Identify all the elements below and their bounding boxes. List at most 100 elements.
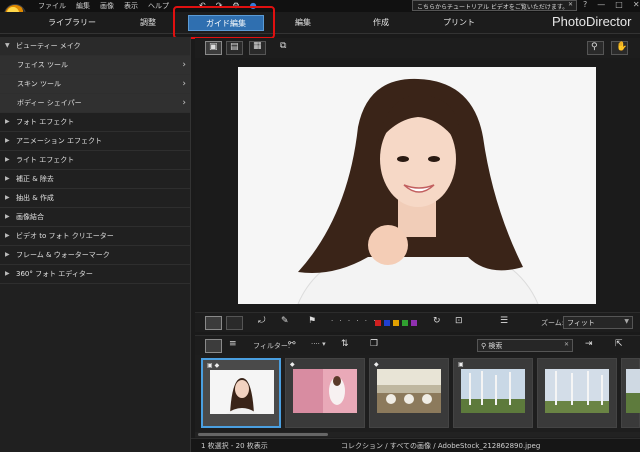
- close-button[interactable]: ✕: [633, 0, 640, 9]
- minimize-button[interactable]: —: [597, 0, 605, 9]
- thumbnail-image: [377, 369, 441, 413]
- sidebar-item-extract-create[interactable]: ▶ 抽出 & 作成: [0, 189, 190, 208]
- sidebar-item-video-to-photo[interactable]: ▶ ビデオ to フォト クリエーター: [0, 227, 190, 246]
- clear-search-icon[interactable]: ✕: [564, 341, 569, 348]
- thumbnail-birch-forest[interactable]: ▣: [453, 358, 533, 428]
- menu-view[interactable]: 表示: [124, 1, 138, 11]
- menu-help[interactable]: ヘルプ: [148, 1, 169, 11]
- brush-icon[interactable]: ✎: [281, 316, 289, 326]
- chevron-right-icon: ›: [182, 98, 186, 108]
- thumbnail-partial[interactable]: [621, 358, 640, 428]
- sidebar-item-photo-effects[interactable]: ▶ フォト エフェクト: [0, 113, 190, 132]
- sidebar-item-label: 補正 & 除去: [16, 175, 54, 183]
- pan-tool-button[interactable]: ✋: [611, 41, 628, 55]
- crop-icon[interactable]: ⊡: [455, 316, 463, 326]
- scrollbar-thumb[interactable]: [198, 433, 328, 436]
- list-view-icon[interactable]: ≡: [229, 339, 237, 349]
- flag-icon[interactable]: ⚑: [308, 316, 316, 326]
- main-photo: [238, 67, 596, 304]
- tag-icon: ▣ ◆: [207, 362, 220, 369]
- color-label-blue[interactable]: [384, 320, 390, 326]
- tab-library[interactable]: ライブラリー: [38, 15, 106, 31]
- tag-icon: ▣: [458, 361, 464, 368]
- view-grid-button[interactable]: ▦: [249, 41, 266, 55]
- sidebar-item-beauty-makeup[interactable]: ▼ ビューティー メイク: [0, 37, 190, 56]
- sidebar-item-face-tools[interactable]: フェイス ツール ›: [0, 56, 190, 75]
- sidebar-item-label: フレーム & ウォーターマーク: [16, 251, 110, 259]
- portrait-image: [238, 67, 596, 304]
- menu-image[interactable]: 画像: [100, 1, 114, 11]
- view-single-button[interactable]: ▣: [205, 41, 222, 55]
- thumbnail-banquet-hall[interactable]: ◆: [369, 358, 449, 428]
- filter-options-icon[interactable]: ⚯: [288, 339, 296, 349]
- notification-text: こちらからチュートリアル ビデオをご覧いただけます。: [417, 4, 569, 11]
- chevron-right-icon: ›: [182, 60, 186, 70]
- zoom-tool-button[interactable]: ⚲: [587, 41, 604, 55]
- tutorial-notification[interactable]: こちらからチュートリアル ビデオをご覧いただけます。 ✕: [412, 0, 577, 11]
- sidebar-item-light-effects[interactable]: ▶ ライト エフェクト: [0, 151, 190, 170]
- menu-edit[interactable]: 編集: [76, 1, 90, 11]
- thumbnail-portrait[interactable]: ▣ ◆: [201, 358, 281, 428]
- expand-triangle-icon: ▶: [5, 232, 10, 239]
- brand-name: PhotoDirector: [552, 14, 632, 29]
- thumbnail-image: [210, 370, 274, 414]
- chevron-down-icon: ▼: [624, 318, 629, 325]
- sidebar-item-label: ビデオ to フォト クリエーター: [16, 232, 114, 240]
- search-input[interactable]: ⚲ 検索 ✕: [477, 339, 573, 352]
- sidebar-item-correct-remove[interactable]: ▶ 補正 & 除去: [0, 170, 190, 189]
- sort-icon[interactable]: ⇅: [341, 339, 349, 349]
- maximize-button[interactable]: □: [615, 0, 623, 9]
- expand-triangle-icon: ▶: [5, 194, 10, 201]
- magnifier-icon: ⚲: [591, 42, 598, 52]
- list-menu-icon[interactable]: ☰: [500, 316, 508, 326]
- color-label-purple[interactable]: [411, 320, 417, 326]
- photo-viewer[interactable]: [195, 58, 640, 310]
- more-options-icon[interactable]: ···· ▾: [311, 340, 326, 348]
- tab-create[interactable]: 作成: [352, 15, 410, 31]
- color-label-red[interactable]: [375, 320, 381, 326]
- rating-dots[interactable]: · · · · · ·: [331, 317, 377, 325]
- thumbnail-pink-portrait[interactable]: ◆: [285, 358, 365, 428]
- sidebar-item-360-photo-editor[interactable]: ▶ 360° フォト エディター: [0, 265, 190, 284]
- menu-file[interactable]: ファイル: [38, 1, 66, 11]
- expand-triangle-icon: ▶: [5, 137, 10, 144]
- close-notification-icon[interactable]: ✕: [568, 1, 573, 8]
- tab-print[interactable]: プリント: [424, 15, 494, 31]
- color-label-yellow[interactable]: [393, 320, 399, 326]
- sidebar-item-label: フォト エフェクト: [16, 118, 75, 126]
- sidebar-item-animation-effects[interactable]: ▶ アニメーション エフェクト: [0, 132, 190, 151]
- display-icon[interactable]: ⧉: [280, 41, 286, 51]
- rotate-icon[interactable]: ⤾: [258, 316, 266, 326]
- zoom-value: フィット: [567, 319, 595, 327]
- sidebar-item-label: スキン ツール: [17, 80, 62, 88]
- filmstrip: ▣ ◆ ◆ ◆ ▣: [195, 355, 640, 438]
- hand-icon: ✋: [616, 42, 628, 52]
- search-placeholder: 検索: [488, 342, 503, 350]
- view-compare-button[interactable]: ▤: [226, 41, 243, 55]
- single-view-button[interactable]: [205, 316, 222, 330]
- sidebar-item-label: アニメーション エフェクト: [16, 137, 102, 145]
- sidebar-item-frame-watermark[interactable]: ▶ フレーム & ウォーターマーク: [0, 246, 190, 265]
- refresh-icon[interactable]: ↻: [433, 316, 441, 326]
- zoom-select[interactable]: フィット ▼: [563, 316, 633, 329]
- filmstrip-scrollbar[interactable]: [195, 432, 640, 437]
- help-button[interactable]: ?: [583, 0, 587, 9]
- sidebar-item-image-merge[interactable]: ▶ 画像結合: [0, 208, 190, 227]
- tab-adjust[interactable]: 調整: [120, 15, 176, 31]
- status-bar: 1 枚選択 - 20 枚表示 コレクション / すべての画像 / AdobeSt…: [191, 438, 640, 452]
- thumbnail-birch-forest-2[interactable]: [537, 358, 617, 428]
- before-after-button[interactable]: [226, 316, 243, 330]
- import-icon[interactable]: ⇥: [585, 339, 593, 349]
- sidebar-item-skin-tools[interactable]: スキン ツール ›: [0, 75, 190, 94]
- thumbnail-image: [545, 369, 609, 413]
- tab-edit[interactable]: 編集: [272, 15, 334, 31]
- tag-icon: ◆: [374, 361, 379, 368]
- filter-toolbar: ≡ フィルター: ⚯ ···· ▾ ⇅ ❐ ⚲ 検索 ✕ ⇥ ⇱: [195, 335, 640, 355]
- color-label-green[interactable]: [402, 320, 408, 326]
- sidebar-item-body-shaper[interactable]: ボディー シェイパー ›: [0, 94, 190, 113]
- export-icon[interactable]: ⇱: [615, 339, 623, 349]
- stack-icon[interactable]: ❐: [370, 339, 378, 349]
- sidebar-item-label: ライト エフェクト: [16, 156, 75, 164]
- expand-triangle-icon: ▶: [5, 213, 10, 220]
- thumbnail-view-button[interactable]: [205, 339, 222, 353]
